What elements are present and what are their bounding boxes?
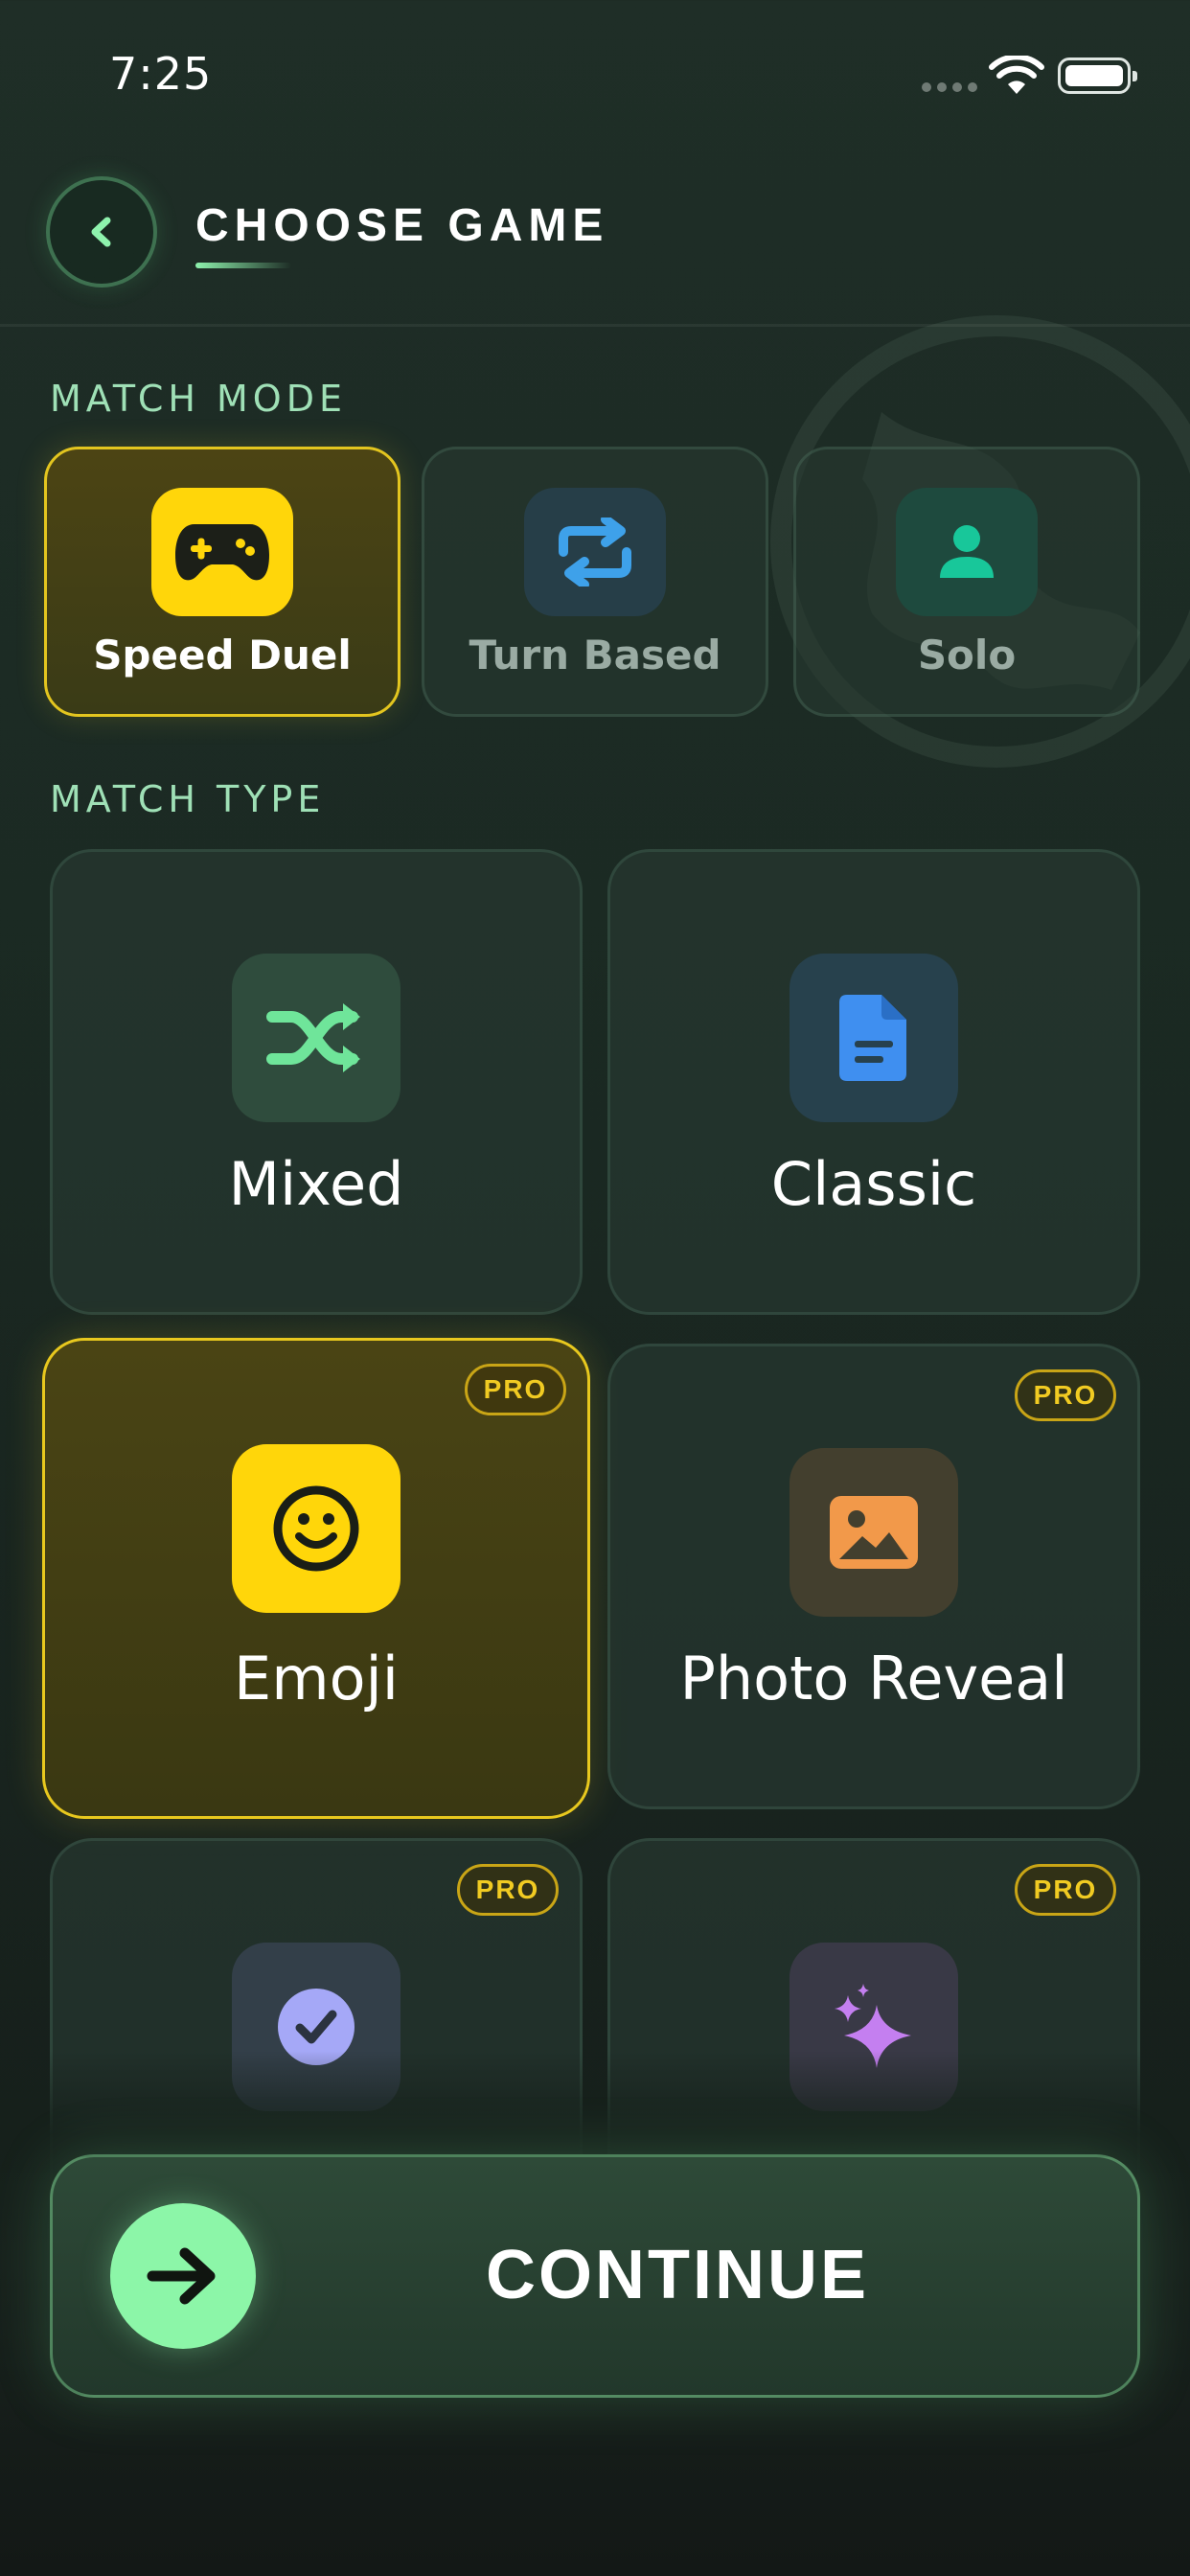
smiley-icon xyxy=(232,1444,400,1613)
title-underline xyxy=(195,263,291,268)
match-type-label: MATCH TYPE xyxy=(50,778,326,820)
user-icon xyxy=(896,488,1038,616)
continue-label: CONTINUE xyxy=(486,2237,869,2313)
shuffle-icon xyxy=(232,954,400,1122)
type-option-emoji[interactable]: PRO Emoji xyxy=(42,1338,590,1819)
type-option-photo-reveal[interactable]: PRO Photo Reveal xyxy=(607,1344,1140,1809)
back-button[interactable] xyxy=(46,176,157,288)
cellular-signal-icon xyxy=(922,82,977,94)
mode-option-speed-duel[interactable]: Speed Duel xyxy=(44,447,400,717)
type-option-label: Photo Reveal xyxy=(679,1644,1068,1714)
image-icon xyxy=(790,1448,958,1617)
battery-icon xyxy=(1058,58,1137,94)
arrow-right-icon xyxy=(110,2203,256,2349)
status-time: 7:25 xyxy=(109,48,213,100)
mode-option-solo[interactable]: Solo xyxy=(793,447,1140,717)
repeat-icon xyxy=(524,488,666,616)
pro-badge: PRO xyxy=(1015,1864,1116,1916)
type-option-label: Mixed xyxy=(228,1149,404,1219)
pro-badge: PRO xyxy=(457,1864,559,1916)
type-option-label: Classic xyxy=(770,1149,977,1219)
continue-button[interactable]: CONTINUE xyxy=(50,2154,1140,2398)
type-option-classic[interactable]: Classic xyxy=(607,849,1140,1315)
type-option-label: Emoji xyxy=(234,1644,399,1714)
mode-option-turn-based[interactable]: Turn Based xyxy=(422,447,768,717)
type-option-mixed[interactable]: Mixed xyxy=(50,849,583,1315)
mode-option-label: Speed Duel xyxy=(93,632,352,678)
page-title: CHOOSE GAME xyxy=(195,200,609,251)
match-mode-label: MATCH MODE xyxy=(50,378,347,420)
mode-option-label: Turn Based xyxy=(469,632,721,678)
mode-option-label: Solo xyxy=(917,632,1017,678)
pro-badge: PRO xyxy=(465,1364,566,1415)
document-icon xyxy=(790,954,958,1122)
wifi-icon xyxy=(989,56,1044,94)
chevron-left-icon xyxy=(91,217,111,247)
pro-badge: PRO xyxy=(1015,1369,1116,1421)
gamepad-icon xyxy=(151,488,293,616)
